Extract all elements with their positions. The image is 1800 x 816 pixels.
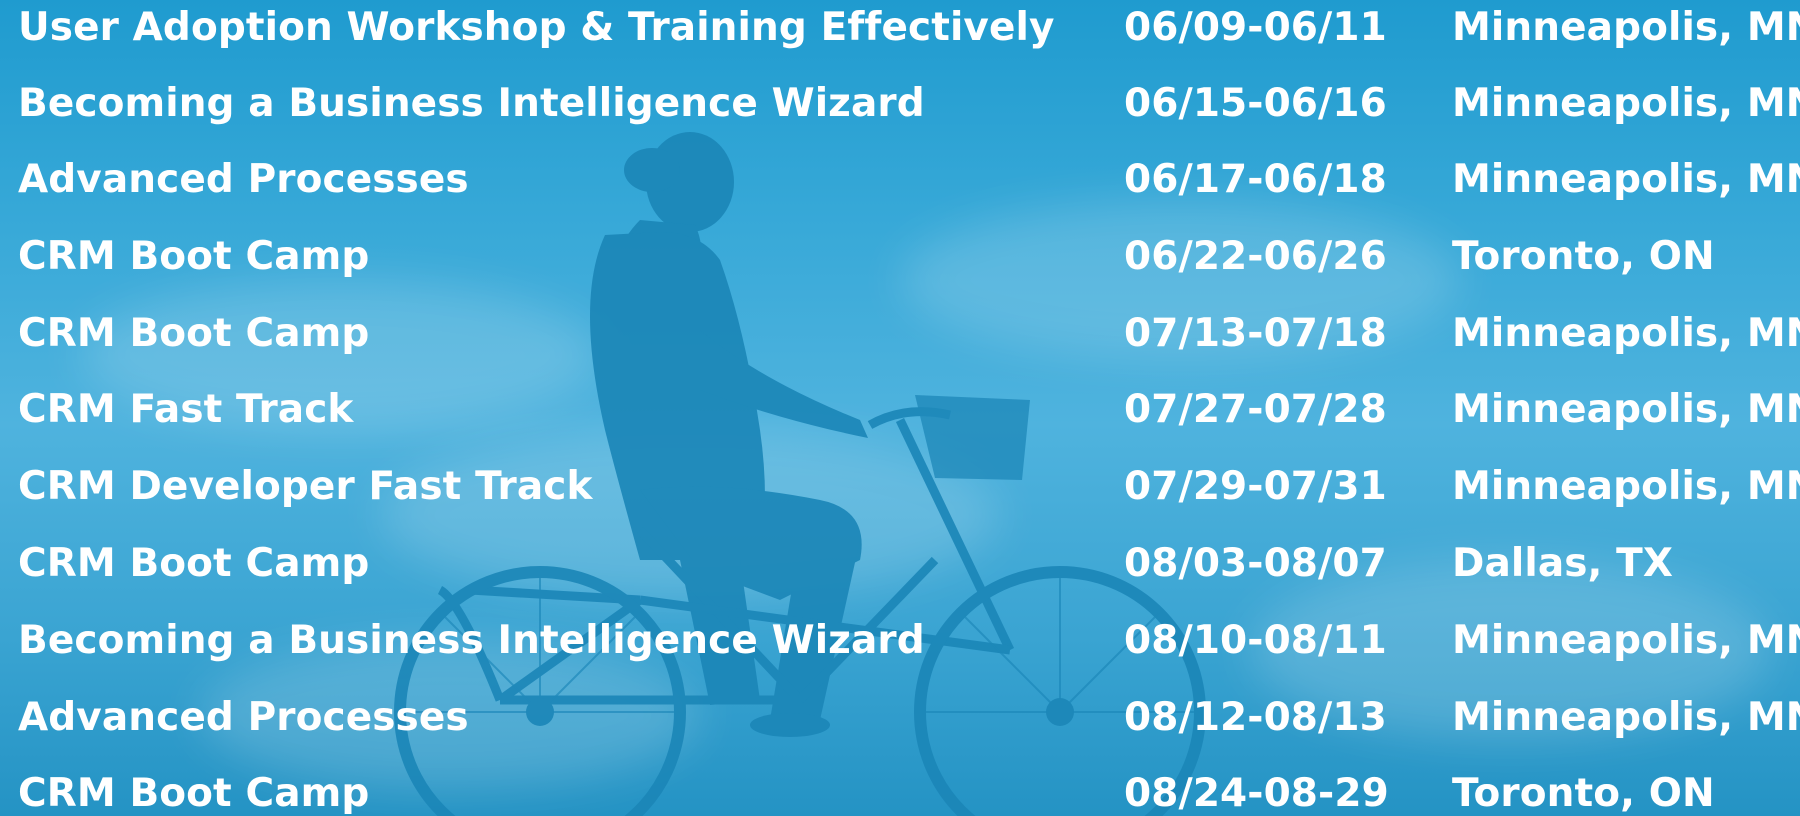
event-location: Minneapolis, MN <box>1452 311 1800 356</box>
event-dates: 08/03-08/07 <box>1124 541 1387 586</box>
event-title: Advanced Processes <box>18 157 469 202</box>
event-dates: 06/15-06/16 <box>1124 81 1387 126</box>
event-location: Toronto, ON <box>1452 771 1715 816</box>
event-location: Minneapolis, MN <box>1452 81 1800 126</box>
event-dates: 06/17-06/18 <box>1124 157 1387 202</box>
event-dates: 08/10-08/11 <box>1124 618 1387 663</box>
event-row: CRM Boot Camp 06/22-06/26 Toronto, ON <box>0 227 1800 287</box>
event-title: CRM Fast Track <box>18 387 354 432</box>
event-title: CRM Boot Camp <box>18 771 370 816</box>
event-location: Minneapolis, MN <box>1452 387 1800 432</box>
slide-background: User Adoption Workshop & Training Effect… <box>0 0 1800 816</box>
event-row: Advanced Processes 08/12-08/13 Minneapol… <box>0 688 1800 748</box>
event-location: Minneapolis, MN <box>1452 618 1800 663</box>
event-row: User Adoption Workshop & Training Effect… <box>0 0 1800 58</box>
event-row: CRM Boot Camp 08/24-08-29 Toronto, ON <box>0 764 1800 816</box>
event-row: Becoming a Business Intelligence Wizard … <box>0 74 1800 134</box>
event-row: CRM Boot Camp 07/13-07/18 Minneapolis, M… <box>0 304 1800 364</box>
event-title: User Adoption Workshop & Training Effect… <box>18 5 1055 50</box>
event-dates: 07/13-07/18 <box>1124 311 1387 356</box>
event-title: Advanced Processes <box>18 695 469 740</box>
event-title: CRM Boot Camp <box>18 541 370 586</box>
event-dates: 08/12-08/13 <box>1124 695 1387 740</box>
event-row: Advanced Processes 06/17-06/18 Minneapol… <box>0 150 1800 210</box>
event-title: CRM Developer Fast Track <box>18 464 593 509</box>
event-title: Becoming a Business Intelligence Wizard <box>18 81 925 126</box>
event-dates: 06/22-06/26 <box>1124 234 1387 279</box>
event-dates: 07/27-07/28 <box>1124 387 1387 432</box>
event-row: CRM Boot Camp 08/03-08/07 Dallas, TX <box>0 534 1800 594</box>
event-dates: 08/24-08-29 <box>1124 771 1389 816</box>
event-title: Becoming a Business Intelligence Wizard <box>18 618 925 663</box>
event-title: CRM Boot Camp <box>18 234 370 279</box>
event-location: Toronto, ON <box>1452 234 1715 279</box>
event-dates: 06/09-06/11 <box>1124 5 1387 50</box>
event-schedule: User Adoption Workshop & Training Effect… <box>0 0 1800 816</box>
event-location: Minneapolis, MN <box>1452 464 1800 509</box>
event-title: CRM Boot Camp <box>18 311 370 356</box>
event-location: Minneapolis, MN <box>1452 5 1800 50</box>
event-location: Minneapolis, MN <box>1452 157 1800 202</box>
event-row: CRM Fast Track 07/27-07/28 Minneapolis, … <box>0 380 1800 440</box>
event-row: Becoming a Business Intelligence Wizard … <box>0 611 1800 671</box>
event-row: CRM Developer Fast Track 07/29-07/31 Min… <box>0 457 1800 517</box>
event-location: Minneapolis, MN <box>1452 695 1800 740</box>
event-location: Dallas, TX <box>1452 541 1674 586</box>
event-dates: 07/29-07/31 <box>1124 464 1387 509</box>
